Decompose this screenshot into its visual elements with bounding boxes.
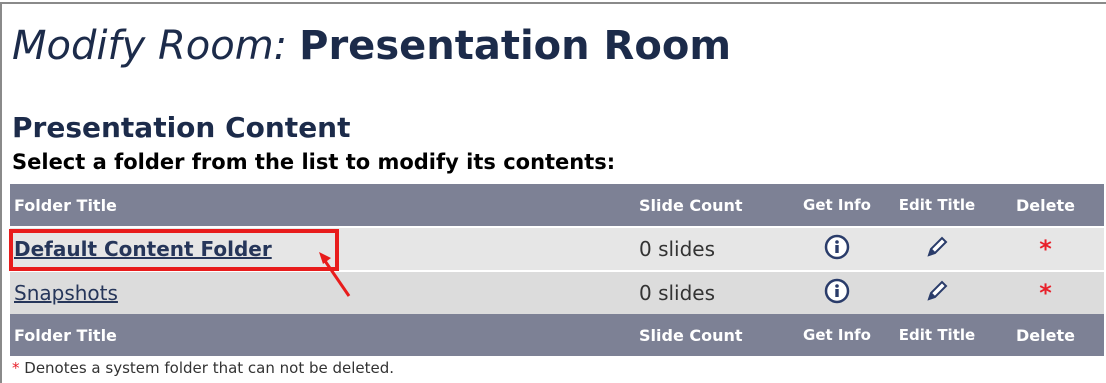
header-get-info: Get Info xyxy=(787,184,887,227)
footnote-asterisk: * xyxy=(12,359,20,377)
system-folder-asterisk: * xyxy=(1039,235,1052,263)
frame-left-border xyxy=(0,2,2,383)
info-icon[interactable] xyxy=(824,234,850,265)
folder-link-default-content[interactable]: Default Content Folder xyxy=(14,237,272,261)
page-title-prefix: Modify Room: xyxy=(12,23,288,69)
info-icon[interactable] xyxy=(824,278,850,309)
edit-title-cell xyxy=(887,270,987,314)
delete-cell: * xyxy=(987,270,1104,314)
pencil-icon[interactable] xyxy=(923,277,951,310)
header-folder-title[interactable]: Folder Title xyxy=(10,184,635,227)
system-folder-asterisk: * xyxy=(1039,279,1052,307)
table-row: Default Content Folder 0 slides * xyxy=(10,226,1104,271)
page-title: Modify Room: Presentation Room xyxy=(12,22,731,70)
footnote-text: Denotes a system folder that can not be … xyxy=(19,359,395,377)
get-info-cell xyxy=(787,270,887,314)
table-footer-row: Folder Title Slide Count Get Info Edit T… xyxy=(10,314,1104,356)
table-header-row: Folder Title Slide Count Get Info Edit T… xyxy=(10,184,1104,227)
footer-delete: Delete xyxy=(987,314,1104,356)
header-edit-title: Edit Title xyxy=(887,184,987,227)
room-name: Presentation Room xyxy=(299,23,731,69)
header-slide-count[interactable]: Slide Count xyxy=(635,184,787,227)
folder-link-snapshots[interactable]: Snapshots xyxy=(14,281,118,305)
table-row: Snapshots 0 slides * xyxy=(10,270,1104,314)
slide-count-cell: 0 slides xyxy=(635,270,787,314)
footer-get-info: Get Info xyxy=(787,314,887,356)
section-title: Presentation Content xyxy=(12,111,351,144)
pencil-icon[interactable] xyxy=(923,233,951,266)
delete-cell: * xyxy=(987,226,1104,271)
footer-edit-title: Edit Title xyxy=(887,314,987,356)
frame-top-border xyxy=(0,2,1106,4)
footnote: * Denotes a system folder that can not b… xyxy=(12,359,394,377)
edit-title-cell xyxy=(887,226,987,271)
arrow-icon xyxy=(319,252,351,297)
header-delete: Delete xyxy=(987,184,1104,227)
folder-table: Folder Title Slide Count Get Info Edit T… xyxy=(10,184,1104,356)
footer-slide-count[interactable]: Slide Count xyxy=(635,314,787,356)
footer-folder-title[interactable]: Folder Title xyxy=(10,314,635,356)
get-info-cell xyxy=(787,226,887,271)
instruction-text: Select a folder from the list to modify … xyxy=(12,150,616,174)
slide-count-cell: 0 slides xyxy=(635,226,787,271)
